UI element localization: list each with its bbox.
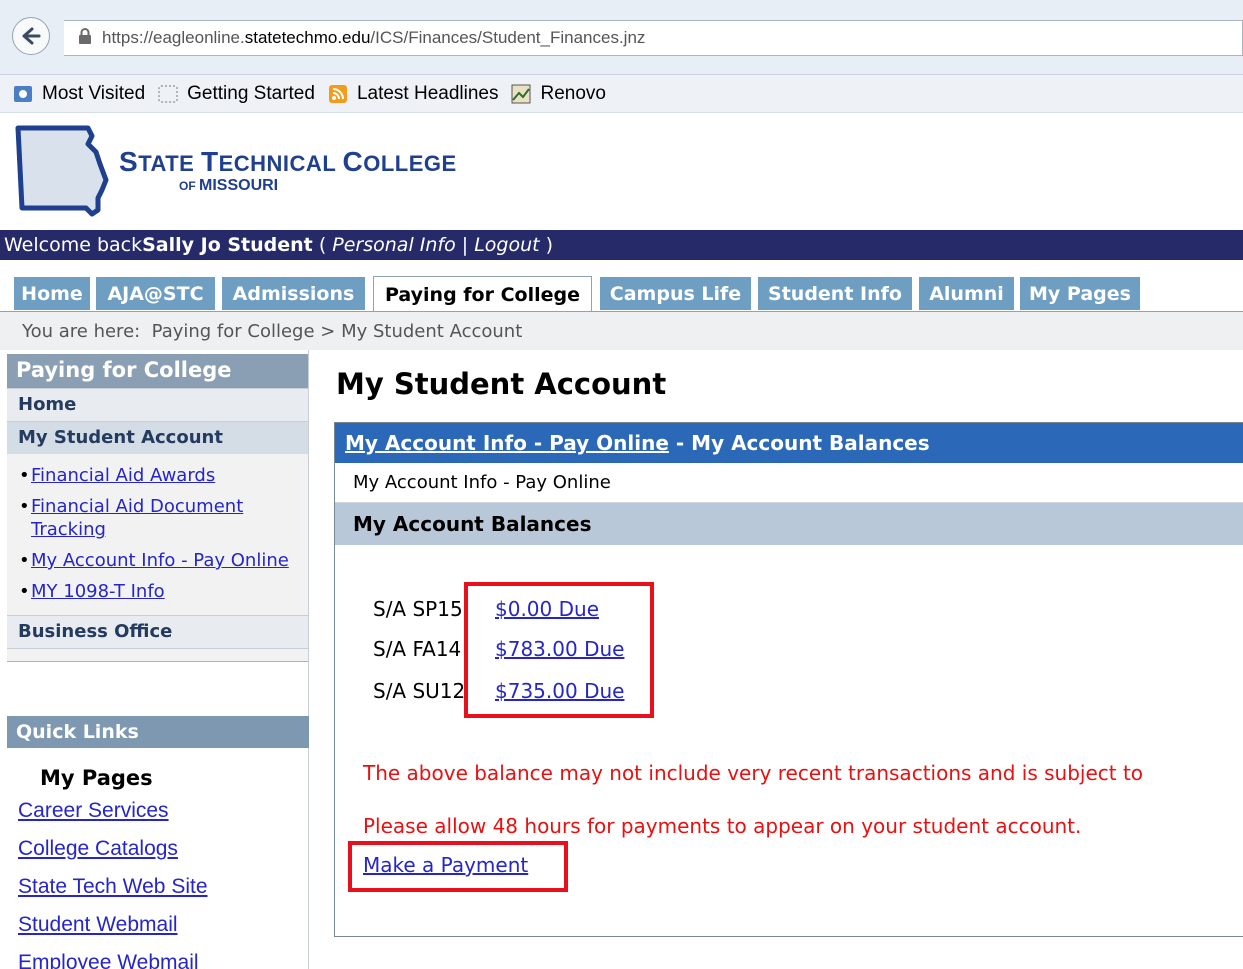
career-services-link[interactable]: Career Services — [18, 792, 309, 830]
bookmark-label: Most Visited — [42, 82, 146, 104]
quick-links: Quick Links My Pages Career Services Col… — [7, 716, 309, 969]
portlet-header-rest: - My Account Balances — [668, 431, 930, 455]
tab-my-pages[interactable]: My Pages — [1020, 277, 1140, 310]
rss-feed-icon — [328, 84, 347, 103]
lock-icon — [78, 27, 92, 49]
sidebar: Paying for College Home My Student Accou… — [7, 354, 309, 662]
renovo-icon — [511, 84, 531, 103]
separator: | — [455, 234, 475, 256]
personal-info-link[interactable]: Personal Info — [332, 234, 455, 256]
list-item: • MY 1098-T Info — [19, 580, 165, 603]
bookmark-most-visited[interactable]: Most Visited — [12, 83, 145, 105]
tab-campus-life[interactable]: Campus Life — [600, 277, 751, 310]
bookmark-latest-headlines[interactable]: Latest Headlines — [327, 82, 499, 105]
student-webmail-link[interactable]: Student Webmail — [18, 906, 309, 944]
url-prefix: https://eagleonline. — [102, 28, 245, 47]
browser-toolbar: https://eagleonline. statetechmo.edu/ICS/… — [0, 0, 1243, 75]
url-path: /ICS/Finances/Student_Finances.jnz — [370, 28, 646, 47]
bookmark-label: Latest Headlines — [356, 82, 499, 104]
getting-started-icon — [158, 85, 178, 102]
payment-notice: Please allow 48 hours for payments to ap… — [363, 814, 1082, 838]
bookmark-label: Getting Started — [187, 82, 315, 104]
tab-admissions[interactable]: Admissions — [222, 277, 365, 310]
bookmarks-toolbar: Most Visited Getting Started Latest Head… — [0, 75, 1243, 113]
bookmark-getting-started[interactable]: Getting Started — [157, 83, 315, 105]
sidebar-item-my-student-account[interactable]: My Student Account — [7, 421, 309, 454]
quick-links-my-pages-heading: My Pages — [40, 766, 153, 790]
sidebar-submenu: • Financial Aid Awards • Financial Aid Doc… — [7, 454, 309, 615]
sidebar-item-business-office[interactable]: Business Office — [7, 615, 309, 648]
list-item: • My Account Info - Pay Online — [19, 549, 289, 572]
sidebar-item-home[interactable]: Home — [7, 388, 309, 421]
user-name: Sally Jo Student — [142, 234, 313, 256]
financial-aid-document-tracking-link[interactable]: Financial Aid Document Tracking — [31, 495, 309, 541]
breadcrumb: You are here: Paying for College > My St… — [0, 312, 1243, 350]
my-account-info-pay-online-link[interactable]: My Account Info - Pay Online — [31, 549, 289, 572]
tab-aja-stc[interactable]: AJA@STC — [96, 277, 215, 310]
sidebar-heading: Paying for College — [7, 354, 309, 388]
logo-line2: OF MISSOURI — [179, 177, 279, 194]
portlet-subtitle: My Account Info - Pay Online — [335, 463, 1243, 503]
employee-webmail-link[interactable]: Employee Webmail — [18, 944, 309, 969]
address-bar[interactable]: https://eagleonline. statetechmo.edu/ICS/… — [64, 20, 1243, 56]
most-visited-icon — [14, 85, 32, 102]
college-logo[interactable]: STATE TECHNICAL COLLEGE OF MISSOURI — [14, 124, 456, 220]
paren-open: ( — [312, 234, 333, 256]
list-item: • Financial Aid Awards — [19, 464, 216, 487]
portlet-header: My Account Info - Pay Online - My Accoun… — [335, 423, 1243, 463]
financial-aid-awards-link[interactable]: Financial Aid Awards — [31, 464, 215, 487]
tab-student-info[interactable]: Student Info — [758, 277, 912, 310]
balance-notice: The above balance may not include very r… — [363, 761, 1144, 785]
logo-line1: STATE TECHNICAL COLLEGE — [119, 146, 457, 177]
sidebar-divider — [7, 648, 309, 662]
bookmark-renovo[interactable]: Renovo — [510, 83, 606, 105]
highlight-box-payment — [348, 841, 568, 892]
back-button[interactable] — [12, 17, 50, 55]
page-title: My Student Account — [336, 367, 667, 401]
welcome-bar: Welcome back Sally Jo Student ( Personal… — [0, 230, 1243, 260]
url-domain: statetechmo.edu — [244, 28, 371, 47]
tab-paying-for-college[interactable]: Paying for College — [373, 276, 592, 312]
quick-links-heading: Quick Links — [7, 716, 309, 748]
state-tech-web-site-link[interactable]: State Tech Web Site — [18, 868, 309, 906]
list-item: • Financial Aid Document Tracking — [19, 495, 309, 541]
logout-link[interactable]: Logout — [474, 234, 539, 256]
highlight-box-balances — [464, 582, 654, 718]
portlet-header-link[interactable]: My Account Info - Pay Online — [345, 431, 669, 455]
welcome-prefix: Welcome back — [4, 234, 143, 256]
main-tabs: Home AJA@STC Admissions Paying for Colle… — [0, 260, 1243, 312]
balances-heading: My Account Balances — [335, 503, 1243, 545]
tab-home[interactable]: Home — [14, 277, 90, 310]
back-arrow-icon — [22, 27, 41, 45]
paren-close: ) — [539, 234, 554, 256]
bookmark-label: Renovo — [540, 82, 606, 104]
college-catalogs-link[interactable]: College Catalogs — [18, 830, 309, 868]
missouri-state-outline-icon — [15, 125, 109, 217]
my-1098-t-info-link[interactable]: MY 1098-T Info — [31, 580, 165, 603]
tab-alumni[interactable]: Alumni — [919, 277, 1014, 310]
